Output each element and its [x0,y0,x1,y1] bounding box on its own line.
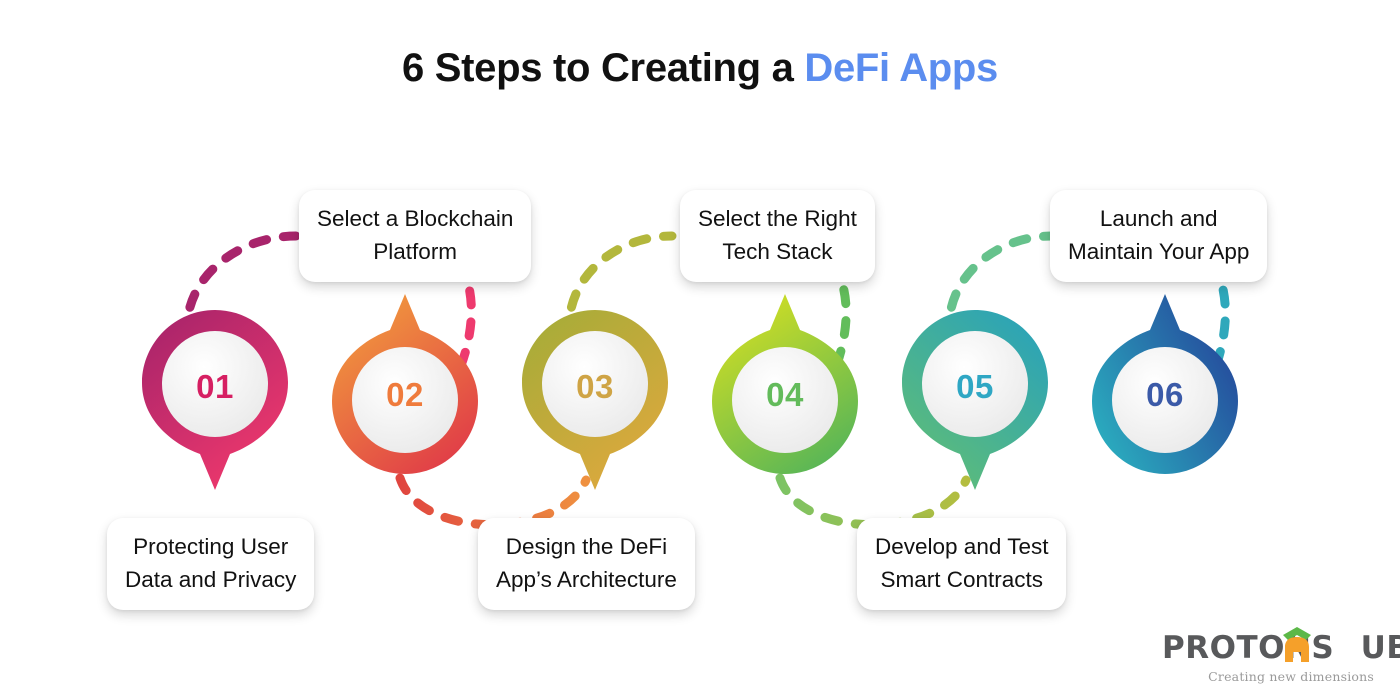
step-card-3-line1: Design the DeFi [505,534,668,559]
step-card-5-line2: Smart Contracts [880,567,1043,592]
step-pin-6[interactable]: 06 [1090,288,1240,476]
logo-wordmark-post: UB [1360,630,1400,666]
step-card-1[interactable]: Protecting User Data and Privacy [107,518,315,610]
step-pin-3[interactable]: 03 [520,308,670,496]
infographic-stage: Select a Blockchain Platform Select the … [0,0,1400,700]
step-card-4-line1: Select the Right [698,206,857,231]
step-card-6[interactable]: Launch and Maintain Your App [1050,190,1268,282]
step-number-3: 03 [576,368,614,405]
step-number-2: 02 [386,376,424,413]
step-card-2-line2: Platform [373,239,458,264]
step-card-5[interactable]: Develop and Test Smart Contracts [857,518,1067,610]
step-number-6: 06 [1146,376,1184,413]
step-card-3[interactable]: Design the DeFi App’s Architecture [478,518,695,610]
logo-tagline: Creating new dimensions [1208,669,1374,684]
step-pin-5[interactable]: 05 [900,308,1050,496]
step-card-4-line2: Tech Stack [722,239,833,264]
step-number-5: 05 [956,368,994,405]
step-card-1-line1: Protecting User [133,534,289,559]
step-pin-1[interactable]: 01 [140,308,290,496]
step-pin-4[interactable]: 04 [710,288,860,476]
step-card-4[interactable]: Select the Right Tech Stack [680,190,875,282]
step-number-1: 01 [196,368,234,405]
step-card-1-line2: Data and Privacy [125,567,297,592]
step-card-6-line2: Maintain Your App [1068,239,1250,264]
step-pin-2[interactable]: 02 [330,288,480,476]
step-card-5-line1: Develop and Test [875,534,1049,559]
step-card-6-line1: Launch and [1099,206,1218,231]
protonshub-logo[interactable]: PROTONSHUB Creating new dimensions [1162,624,1400,686]
step-card-2[interactable]: Select a Blockchain Platform [299,190,532,282]
step-number-4: 04 [766,376,804,413]
step-card-2-line1: Select a Blockchain [317,206,514,231]
step-card-3-line2: App’s Architecture [496,567,677,592]
house-icon [1283,627,1311,662]
